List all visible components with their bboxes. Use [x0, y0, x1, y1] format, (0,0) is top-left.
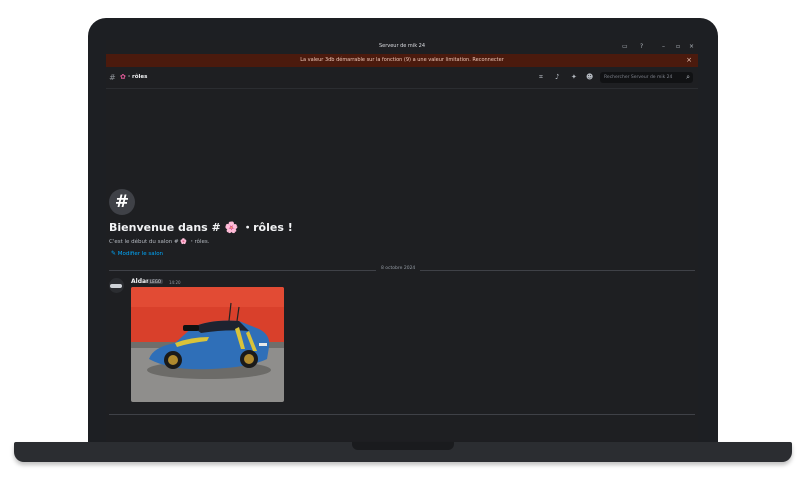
close-icon[interactable]: ×	[689, 43, 694, 51]
inbox-icon[interactable]: ▭	[622, 43, 628, 51]
composer-divider	[109, 414, 695, 415]
message-image-attachment[interactable]	[131, 287, 284, 402]
maximize-icon[interactable]: ▫	[676, 43, 680, 51]
channel-header: # ✿ · rôles ⌗ ♪ ✦ ☻ Rechercher Serveur d…	[106, 68, 698, 89]
date-divider: 8 octobre 2024	[376, 266, 421, 271]
minimize-icon[interactable]: –	[662, 43, 665, 51]
search-icon[interactable]: ⌕	[686, 73, 690, 82]
channel-name: · rôles	[128, 74, 148, 80]
banner-message: La valeur 3db démarrable sur la fonction…	[300, 57, 504, 63]
avatar[interactable]	[109, 278, 124, 293]
bell-icon[interactable]: ♪	[555, 73, 559, 81]
pencil-icon: ✎	[111, 250, 117, 257]
rc-car-photo	[131, 287, 284, 402]
discord-window: Serveur de mik 24 ▭ ? – ▫ × La valeur 3d…	[106, 40, 698, 442]
channel-hash-icon: #	[109, 73, 116, 82]
title-bar: Serveur de mik 24 ▭ ? – ▫ ×	[106, 40, 698, 54]
server-tag-badge: LEGO	[148, 279, 164, 284]
pin-icon[interactable]: ✦	[571, 73, 577, 81]
search-input[interactable]: Rechercher Serveur de mik 24 ⌕	[600, 72, 693, 83]
flower-emoji-icon: ✿	[120, 73, 126, 81]
banner-close-icon[interactable]: ×	[686, 56, 692, 64]
avatar-image	[110, 284, 122, 288]
channel-welcome-icon: #	[109, 189, 135, 215]
welcome-subtitle: C'est le début du salon # 🌸 ・rôles.	[109, 239, 210, 245]
welcome-title: Bienvenue dans # 🌸 ・rôles !	[109, 221, 293, 234]
laptop-notch	[352, 442, 454, 450]
edit-channel-label: Modifier le salon	[117, 251, 164, 257]
help-icon[interactable]: ?	[640, 43, 643, 51]
members-icon[interactable]: ☻	[586, 73, 593, 81]
message-timestamp: 14:20	[169, 280, 181, 285]
window-title: Serveur de mik 24	[378, 43, 426, 49]
edit-channel-link[interactable]: ✎ Modifier le salon	[111, 250, 163, 257]
threads-icon[interactable]: ⌗	[539, 73, 543, 82]
notice-banner: La valeur 3db démarrable sur la fonction…	[106, 54, 698, 67]
search-placeholder: Rechercher Serveur de mik 24	[604, 75, 673, 80]
